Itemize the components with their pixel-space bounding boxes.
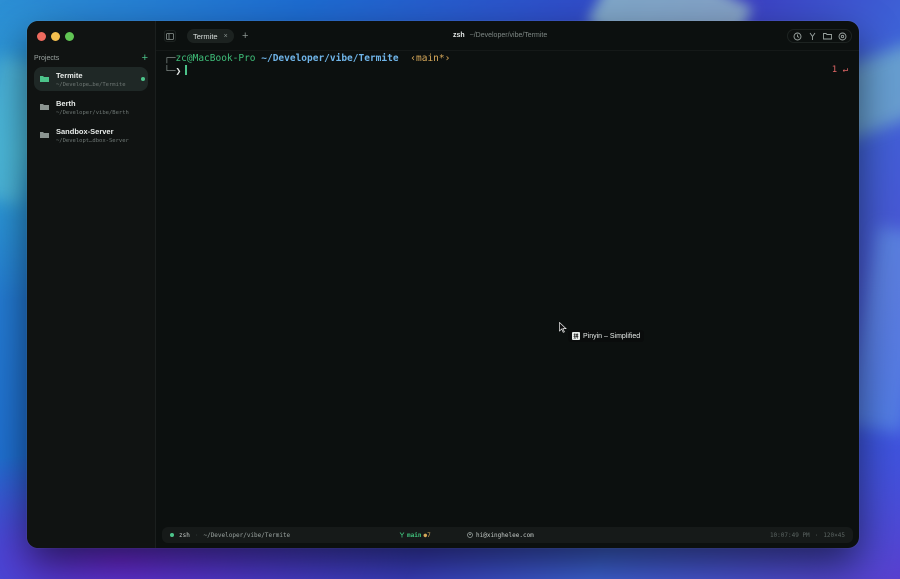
window-controls [37, 32, 74, 41]
status-separator: · [194, 531, 199, 539]
project-item-termite[interactable]: Termite ~/Develope…be/Termite [34, 67, 148, 91]
status-git[interactable]: main ●7 [399, 532, 431, 539]
history-button[interactable] [792, 31, 802, 41]
minimize-window-button[interactable] [51, 32, 60, 41]
status-changes: ●7 [423, 531, 431, 539]
zoom-window-button[interactable] [65, 32, 74, 41]
settings-icon [838, 32, 846, 40]
status-bar: zsh · ~/Developer/vibe/Termite main ●7 h… [162, 527, 853, 543]
projects-header: Projects + [34, 53, 148, 64]
main-pane: Termite × + zsh ~/Developer/vibe/Termite [156, 21, 859, 548]
prompt-user: zc@MacBook-Pro [175, 53, 256, 64]
add-project-button[interactable]: + [142, 53, 148, 64]
open-folder-button[interactable] [822, 31, 832, 41]
new-tab-button[interactable]: + [242, 29, 248, 43]
input-method-indicator: 拼 Pinyin – Simplified [568, 330, 645, 342]
toolbar [787, 29, 852, 43]
sidebar-toggle-button[interactable] [164, 30, 176, 42]
project-item-berth[interactable]: Berth ~/Developer/vibe/Berth [34, 95, 148, 119]
title-bar: Termite × + zsh ~/Developer/vibe/Termite [156, 21, 859, 51]
prompt-branch: ‹main*› [410, 53, 451, 64]
title-path: ~/Developer/vibe/Termite [469, 32, 548, 39]
git-branch-button[interactable] [807, 31, 817, 41]
mouse-pointer-icon [559, 322, 567, 333]
folder-icon [40, 76, 49, 82]
tab-close-button[interactable]: × [224, 33, 228, 40]
project-name: Sandbox-Server [56, 127, 114, 136]
active-indicator [141, 77, 145, 81]
status-shell: zsh [179, 531, 190, 539]
input-method-label: Pinyin – Simplified [583, 332, 641, 340]
window-title: zsh ~/Developer/vibe/Termite [453, 32, 547, 39]
status-separator: · [814, 531, 819, 539]
settings-button[interactable] [837, 31, 847, 41]
user-icon [467, 532, 473, 538]
status-branch: main [407, 531, 422, 539]
input-line: └─❯ [164, 65, 187, 77]
git-branch-icon [809, 32, 815, 40]
close-window-button[interactable] [37, 32, 46, 41]
pinyin-icon: 拼 [572, 332, 580, 340]
history-icon [793, 32, 801, 40]
folder-icon [822, 33, 832, 40]
project-path: ~/Developer/vibe/Berth [56, 110, 129, 116]
project-path: ~/Develope…be/Termite [56, 82, 126, 88]
tab-termite[interactable]: Termite × [187, 29, 234, 43]
status-email: hi@xinghelee.com [476, 531, 534, 539]
session-status-dot [170, 533, 174, 537]
prompt-box-bottom: └─ [164, 66, 176, 77]
folder-icon [40, 132, 49, 138]
exit-status: 1 ↵ [831, 65, 848, 75]
sidebar: Projects + Termite ~/Develope…be/Termite… [27, 21, 156, 548]
status-time: 10:07:49 PM [769, 531, 810, 539]
project-item-sandbox-server[interactable]: Sandbox-Server ~/Developt…dbox-Server [34, 123, 148, 147]
prompt-line: ┌─zc@MacBook-Pro ~/Developer/vibe/Termit… [164, 53, 450, 64]
terminal-view[interactable]: ┌─zc@MacBook-Pro ~/Developer/vibe/Termit… [164, 53, 851, 524]
tab-label: Termite [193, 31, 218, 41]
projects-label: Projects [34, 54, 60, 62]
sidebar-toggle-icon [166, 32, 174, 40]
project-list: Termite ~/Develope…be/Termite Berth ~/De… [34, 67, 148, 151]
project-name: Termite [56, 71, 83, 80]
prompt-cwd: ~/Developer/vibe/Termite [261, 53, 399, 64]
git-branch-icon [399, 532, 405, 538]
prompt-arrow: ❯ [175, 66, 182, 77]
status-size: 120×45 [823, 531, 845, 539]
status-user: hi@xinghelee.com [467, 532, 534, 539]
project-name: Berth [56, 99, 76, 108]
status-right: 10:07:49 PM · 120×45 [770, 532, 845, 539]
folder-icon [40, 104, 49, 110]
app-window: Projects + Termite ~/Develope…be/Termite… [27, 21, 859, 548]
project-path: ~/Developt…dbox-Server [56, 138, 129, 144]
title-shell: zsh [453, 32, 465, 39]
text-cursor [185, 65, 187, 75]
status-path: ~/Developer/vibe/Termite [203, 531, 291, 539]
prompt-box-top: ┌─ [164, 53, 176, 64]
